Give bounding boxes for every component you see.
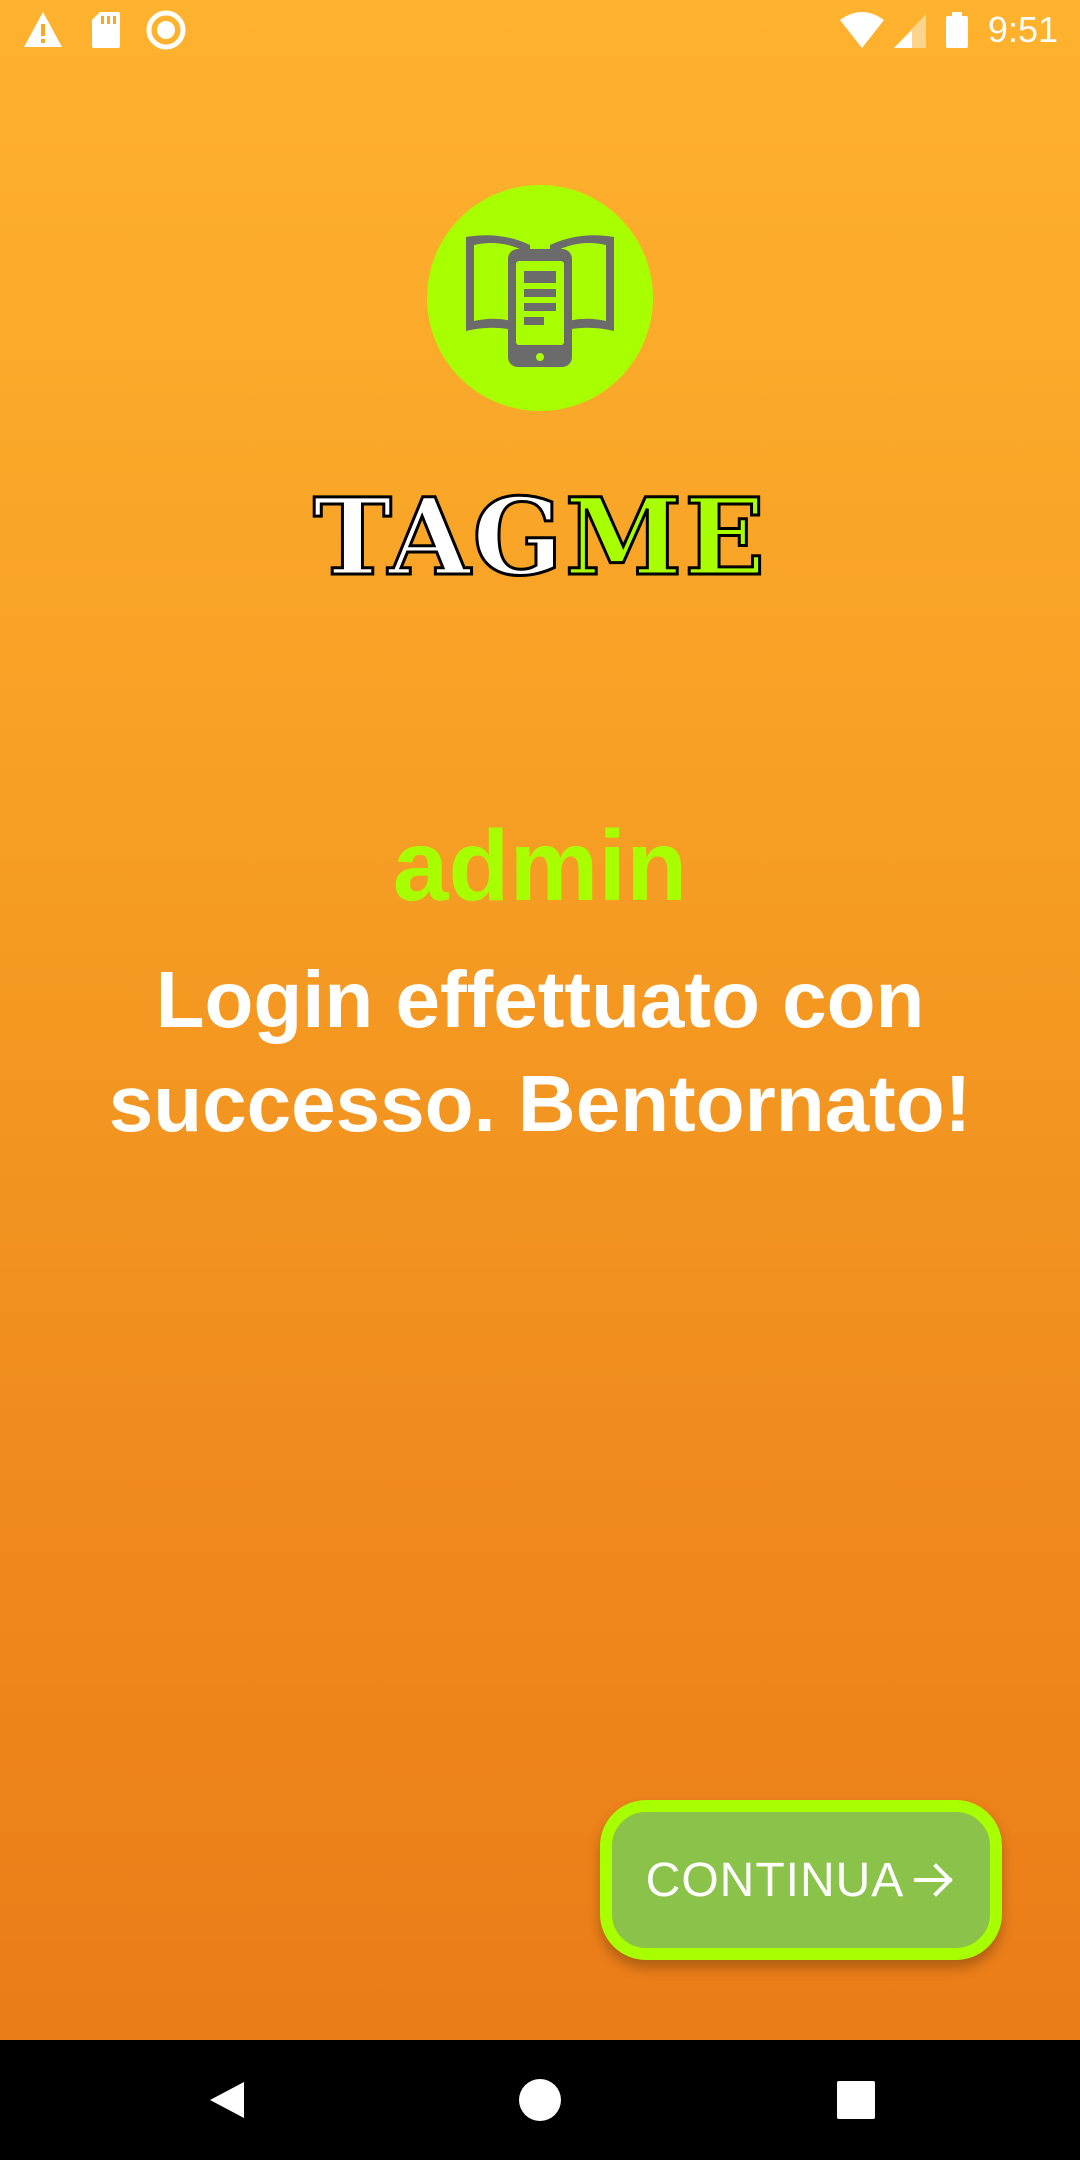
login-success-message: Login effettuato con successo. Bentornat… [108,955,972,1148]
arrow-right-icon [912,1858,956,1902]
home-icon[interactable] [510,2070,570,2130]
continue-button-label: CONTINUA [645,1853,905,1907]
back-icon[interactable] [196,2070,256,2130]
status-bar: 9:51 [0,0,1080,60]
battery-icon [944,10,970,50]
record-icon [146,10,186,50]
app-logo [427,185,653,411]
status-time: 9:51 [987,9,1058,50]
recents-icon[interactable] [826,2070,886,2130]
signal-icon [892,10,928,50]
continue-button[interactable]: CONTINUA [600,1800,1002,1960]
wifi-icon [838,10,886,50]
book-phone-icon [466,235,614,367]
username-label: admin [392,810,688,922]
warning-icon [22,10,64,50]
sd-card-icon [90,10,122,50]
brand-wordmark: TAGME [0,480,1080,593]
brand-me-part: ME [563,474,767,599]
screen: 9:51 TAGME admin Login effettuato con su… [0,0,1080,2160]
brand-tag-part: TAG [312,474,565,599]
navigation-bar [0,2040,1080,2160]
